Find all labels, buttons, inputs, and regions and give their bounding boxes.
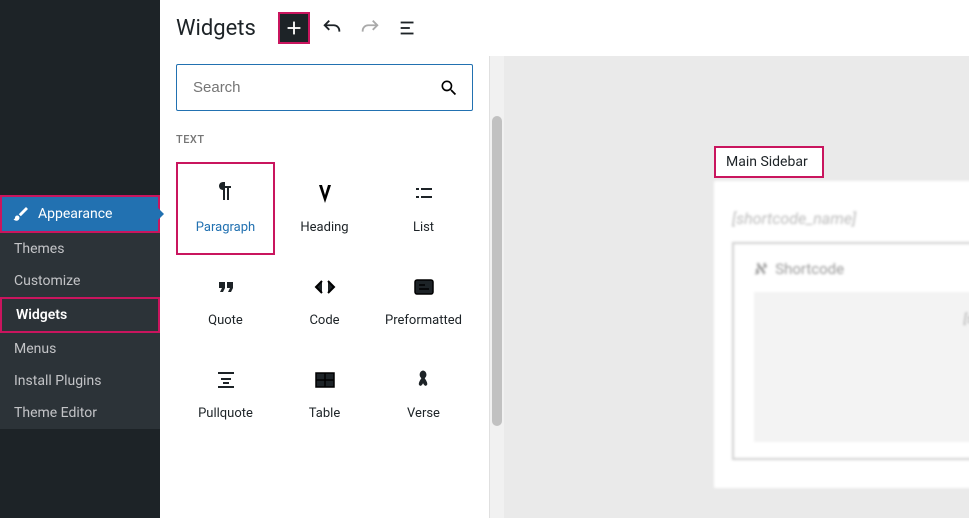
sidebar-item-appearance[interactable]: Appearance xyxy=(0,195,160,233)
paragraph-icon xyxy=(214,182,238,206)
block-item-list[interactable]: List xyxy=(374,162,473,255)
shortcode-input[interactable]: [shortcode_name] xyxy=(754,292,969,442)
heading-icon xyxy=(313,182,337,206)
editor-area: TEXT Paragraph Heading List xyxy=(160,56,969,518)
block-label: Quote xyxy=(208,313,243,328)
block-item-heading[interactable]: Heading xyxy=(275,162,374,255)
undo-icon xyxy=(321,17,343,39)
block-item-code[interactable]: Code xyxy=(275,255,374,348)
shortcode-header: ℵ Shortcode xyxy=(754,260,969,278)
block-label: List xyxy=(413,220,434,235)
main: Widgets TEXT xyxy=(160,0,969,518)
shortcode-block[interactable]: ℵ Shortcode [shortcode_name] xyxy=(732,242,969,460)
sidebar-item-theme-editor[interactable]: Theme Editor xyxy=(0,397,160,429)
brush-icon xyxy=(12,205,30,223)
admin-sidebar: Appearance Themes Customize Widgets Menu… xyxy=(0,0,160,518)
pullquote-icon xyxy=(214,368,238,392)
search-icon xyxy=(439,78,459,98)
sidebar-item-widgets[interactable]: Widgets xyxy=(0,297,160,333)
block-item-quote[interactable]: Quote xyxy=(176,255,275,348)
search-input[interactable] xyxy=(176,64,473,111)
page-title: Widgets xyxy=(176,16,256,41)
search-wrap xyxy=(176,64,473,111)
block-item-pullquote[interactable]: Pullquote xyxy=(176,348,275,441)
add-block-button[interactable] xyxy=(278,12,310,44)
block-inserter-panel: TEXT Paragraph Heading List xyxy=(160,56,490,518)
block-item-preformatted[interactable]: Preformatted xyxy=(374,255,473,348)
plus-icon xyxy=(283,17,305,39)
table-icon xyxy=(313,368,337,392)
block-label: Paragraph xyxy=(196,220,255,235)
quote-icon xyxy=(214,275,238,299)
sidebar-item-menus[interactable]: Menus xyxy=(0,333,160,365)
sidebar-item-customize[interactable]: Customize xyxy=(0,265,160,297)
app-root: Appearance Themes Customize Widgets Menu… xyxy=(0,0,969,518)
sidebar-parent-label: Appearance xyxy=(38,206,112,222)
block-label: Verse xyxy=(407,406,440,421)
scrollbar-thumb[interactable] xyxy=(492,116,502,426)
canvas-content: Main Sidebar [shortcode_name] ℵ Shortcod… xyxy=(714,146,969,518)
sidebar-item-install-plugins[interactable]: Install Plugins xyxy=(0,365,160,397)
section-label: TEXT xyxy=(176,133,473,146)
shortcode-label: Shortcode xyxy=(775,260,844,278)
sidebar-item-themes[interactable]: Themes xyxy=(0,233,160,265)
widgets-canvas: Main Sidebar [shortcode_name] ℵ Shortcod… xyxy=(504,56,969,518)
preformatted-icon xyxy=(412,275,436,299)
list-icon xyxy=(412,182,436,206)
redo-button[interactable] xyxy=(354,12,386,44)
verse-icon xyxy=(412,368,436,392)
sidebar-spacer xyxy=(0,0,160,195)
block-item-verse[interactable]: Verse xyxy=(374,348,473,441)
list-view-button[interactable] xyxy=(392,12,424,44)
toolbar: Widgets xyxy=(160,0,969,56)
scrollbar-track[interactable] xyxy=(490,56,504,518)
block-label: Code xyxy=(309,313,339,328)
redo-icon xyxy=(359,17,381,39)
block-label: Table xyxy=(309,406,340,421)
widget-area-title[interactable]: Main Sidebar xyxy=(714,146,824,178)
block-item-table[interactable]: Table xyxy=(275,348,374,441)
block-item-paragraph[interactable]: Paragraph xyxy=(176,162,275,255)
widget-area-body: [shortcode_name] ℵ Shortcode [shortcode_… xyxy=(714,181,969,488)
block-label: Pullquote xyxy=(198,406,253,421)
code-icon xyxy=(313,275,337,299)
block-label: Heading xyxy=(300,220,348,235)
shortcode-placeholder-text: [shortcode_name] xyxy=(732,209,969,228)
shortcode-icon: ℵ xyxy=(754,260,765,278)
block-label: Preformatted xyxy=(385,313,462,328)
list-view-icon xyxy=(397,17,419,39)
block-grid: Paragraph Heading List Quo xyxy=(176,162,473,441)
undo-button[interactable] xyxy=(316,12,348,44)
